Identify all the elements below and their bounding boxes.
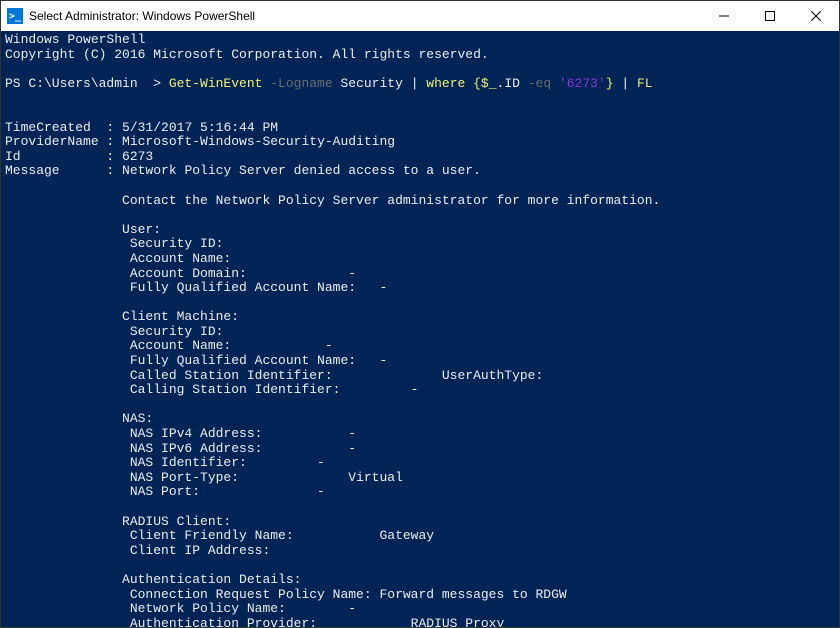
cm-security-id: Security ID: (5, 324, 223, 339)
cm-account-name: Account Name: - (5, 338, 333, 353)
banner-line2: Copyright (C) 2016 Microsoft Corporation… (5, 47, 489, 62)
client-machine-header: Client Machine: (5, 309, 239, 324)
nas-port-type: NAS Port-Type: Virtual (5, 470, 403, 485)
client-ip: Client IP Address: (5, 543, 270, 558)
prompt-prefix: PS C:\Users\admin > (5, 76, 169, 91)
dollar-expr: $_ (481, 76, 497, 91)
providername-value: Microsoft-Windows-Security-Auditing (122, 134, 395, 149)
message-line1: Network Policy Server denied access to a… (122, 163, 481, 178)
message-label: Message : (5, 163, 122, 178)
pipe1: | (403, 76, 426, 91)
auth-provider: Authentication Provider: RADIUS Proxy (5, 616, 504, 627)
powershell-icon: >_ (7, 8, 23, 24)
client-friendly: Client Friendly Name: Gateway (5, 528, 434, 543)
id-label: Id : (5, 149, 122, 164)
contact-line: Contact the Network Policy Server admini… (5, 193, 660, 208)
where-close: } (606, 76, 614, 91)
titlebar: >_ Select Administrator: Windows PowerSh… (1, 1, 839, 31)
cmdlet: Get-WinEvent (169, 76, 263, 91)
pipe2: | (614, 76, 637, 91)
num-literal: '6273' (559, 76, 606, 91)
nas-identifier: NAS Identifier: - (5, 455, 325, 470)
arg-security: Security (333, 76, 403, 91)
close-button[interactable] (793, 1, 839, 31)
where-keyword: where { (426, 76, 481, 91)
user-header: User: (5, 222, 161, 237)
cm-fqan: Fully Qualified Account Name: - (5, 353, 387, 368)
conn-req-policy: Connection Request Policy Name: Forward … (5, 587, 567, 602)
id-value: 6273 (122, 149, 153, 164)
auth-header: Authentication Details: (5, 572, 301, 587)
powershell-window: >_ Select Administrator: Windows PowerSh… (0, 0, 840, 628)
window-controls (701, 1, 839, 31)
banner-line1: Windows PowerShell (5, 32, 145, 47)
nas-ipv4: NAS IPv4 Address: - (5, 426, 356, 441)
account-name: Account Name: (5, 251, 231, 266)
net-policy: Network Policy Name: - (5, 601, 356, 616)
nas-port: NAS Port: - (5, 484, 325, 499)
nas-ipv6: NAS IPv6 Address: - (5, 441, 356, 456)
fqan: Fully Qualified Account Name: - (5, 280, 387, 295)
calling-station: Calling Station Identifier: - (5, 382, 418, 397)
eq-flag: -eq (528, 76, 551, 91)
radius-header: RADIUS Client: (5, 514, 231, 529)
providername-label: ProviderName : (5, 134, 122, 149)
terminal-output[interactable]: Windows PowerShell Copyright (C) 2016 Mi… (1, 31, 839, 627)
window-title: Select Administrator: Windows PowerShell (29, 9, 701, 23)
space (551, 76, 559, 91)
fl-cmd: FL (637, 76, 653, 91)
flag-logname: -Logname (262, 76, 332, 91)
nas-header: NAS: (5, 411, 153, 426)
security-id: Security ID: (5, 236, 223, 251)
minimize-button[interactable] (701, 1, 747, 31)
account-domain: Account Domain: - (5, 266, 356, 281)
called-station: Called Station Identifier: UserAuthType: (5, 368, 543, 383)
timecreated-label: TimeCreated : (5, 120, 122, 135)
timecreated-value: 5/31/2017 5:16:44 PM (122, 120, 278, 135)
maximize-button[interactable] (747, 1, 793, 31)
id-part: .ID (497, 76, 528, 91)
